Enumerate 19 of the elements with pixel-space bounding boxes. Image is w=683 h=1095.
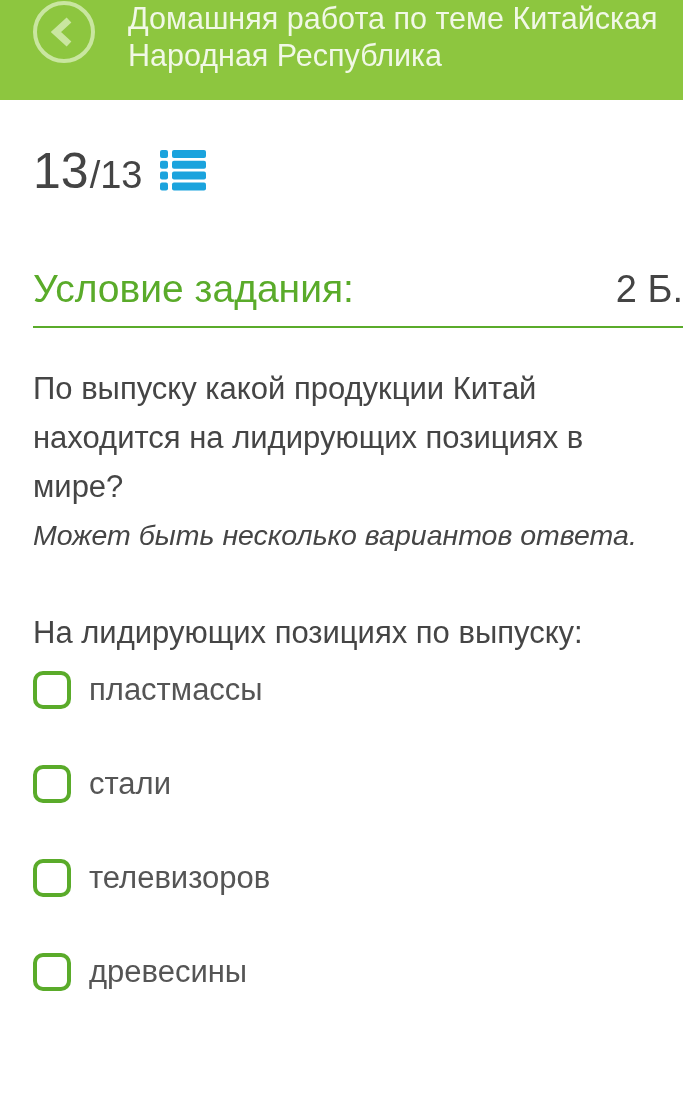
list-icon[interactable] <box>160 150 207 191</box>
option-label[interactable]: стали <box>89 765 171 803</box>
page-title: Домашняя работа по теме Китайская Народная Республика <box>128 0 659 74</box>
hint-text: Может быть несколько вариантов ответа. <box>33 518 638 553</box>
back-button[interactable] <box>33 1 95 63</box>
option-label[interactable]: пластмассы <box>89 671 263 709</box>
option-label[interactable]: телевизоров <box>89 859 271 897</box>
section-heading: Условие задания: <box>33 268 354 310</box>
points-label: 2 Б. <box>615 268 683 310</box>
question-number: 13 <box>33 146 89 196</box>
chevron-left-icon <box>51 17 73 47</box>
checkbox[interactable] <box>33 765 71 803</box>
checkbox[interactable] <box>33 859 71 897</box>
option-label[interactable]: древесины <box>89 953 248 991</box>
checkbox[interactable] <box>33 671 71 709</box>
question-total: /13 <box>89 154 143 196</box>
prompt-text: На лидирующих позициях по выпуску: <box>33 614 584 652</box>
checkbox[interactable] <box>33 953 71 991</box>
question-text: По выпуску какой продукции Китай находится на лидирующих позициях в мире? <box>33 370 585 506</box>
